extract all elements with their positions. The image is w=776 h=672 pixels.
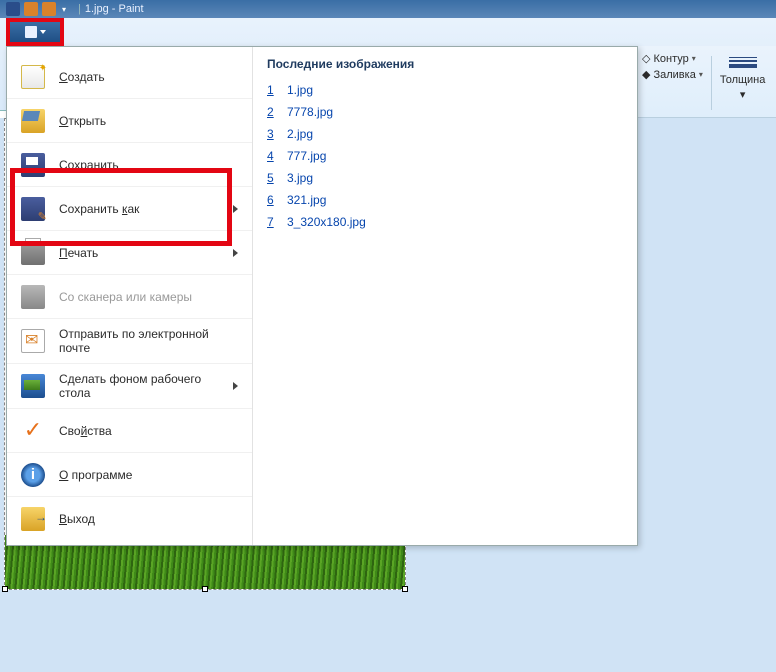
- properties-icon: ✓: [21, 419, 45, 443]
- menu-item-label: Со сканера или камеры: [59, 290, 192, 304]
- recent-file-item[interactable]: 32.jpg: [267, 123, 623, 145]
- file-menu-icon: [25, 26, 37, 38]
- menu-item-label: Сохранить: [59, 158, 119, 172]
- print-icon: [21, 241, 45, 265]
- menu-item-label: Свойства: [59, 424, 112, 438]
- menu-item-save[interactable]: Сохранить: [7, 143, 252, 187]
- menu-item-label: Отправить по электронной почте: [59, 327, 238, 355]
- menu-item-label: Выход: [59, 512, 95, 526]
- fill-icon: ◆: [642, 68, 650, 81]
- qat-undo-icon[interactable]: [24, 2, 38, 16]
- menu-item-label: О программе: [59, 468, 132, 482]
- menu-item-save-as[interactable]: Сохранить как: [7, 187, 252, 231]
- resize-handle[interactable]: [2, 586, 8, 592]
- ribbon-thickness-label: Толщина: [720, 74, 766, 86]
- qat-customize-dropdown[interactable]: ▾: [60, 2, 68, 16]
- resize-handle[interactable]: [402, 586, 408, 592]
- ribbon-outline-label: Контур: [653, 53, 688, 65]
- menu-item-new[interactable]: Создать: [7, 55, 252, 99]
- recent-file-item[interactable]: 27778.jpg: [267, 101, 623, 123]
- menu-item-label: Печать: [59, 246, 98, 260]
- submenu-arrow-icon: [233, 382, 238, 390]
- chevron-down-icon: ▾: [740, 88, 746, 101]
- menu-item-exit[interactable]: Выход: [7, 497, 252, 541]
- qat-save-icon[interactable]: [6, 2, 20, 16]
- submenu-arrow-icon: [233, 249, 238, 257]
- email-icon: [21, 329, 45, 353]
- ribbon-separator: [711, 56, 712, 110]
- window-title-filename: 1.jpg: [85, 3, 109, 15]
- exit-icon: [21, 507, 45, 531]
- chevron-down-icon: ▾: [699, 70, 703, 79]
- ribbon-thickness-button[interactable]: Толщина ▾: [720, 52, 766, 101]
- file-menu-commands: Создать Открыть Сохранить Сохранить как …: [7, 47, 253, 545]
- title-bar: ▾ | 1.jpg - Paint: [0, 0, 776, 18]
- ribbon-right-fragment: ◇ Контур ▾ ◆ Заливка ▾ Толщина ▾: [638, 46, 776, 118]
- chevron-down-icon: [40, 30, 46, 34]
- recent-file-item[interactable]: 4777.jpg: [267, 145, 623, 167]
- outline-icon: ◇: [642, 52, 650, 65]
- ribbon-fill-label: Заливка: [653, 69, 695, 81]
- ribbon-outline-fill-group: ◇ Контур ▾ ◆ Заливка ▾: [642, 52, 703, 81]
- open-icon: [21, 109, 45, 133]
- window-title-dash: -: [109, 3, 119, 15]
- recent-file-item[interactable]: 11.jpg: [267, 79, 623, 101]
- new-icon: [21, 65, 45, 89]
- menu-item-label: Сохранить как: [59, 202, 139, 216]
- recent-files-list: 11.jpg 27778.jpg 32.jpg 4777.jpg 53.jpg …: [267, 79, 623, 233]
- title-separator: |: [78, 3, 81, 15]
- thickness-icon: [729, 52, 757, 72]
- file-menu-dropdown: Создать Открыть Сохранить Сохранить как …: [6, 46, 638, 546]
- menu-item-scanner: Со сканера или камеры: [7, 275, 252, 319]
- menu-item-email[interactable]: Отправить по электронной почте: [7, 319, 252, 364]
- menu-item-label: Сделать фоном рабочего стола: [59, 372, 219, 400]
- recent-file-item[interactable]: 6321.jpg: [267, 189, 623, 211]
- qat-redo-icon[interactable]: [42, 2, 56, 16]
- save-icon: [21, 153, 45, 177]
- highlight-file-button: [6, 18, 64, 46]
- ribbon-fill-button[interactable]: ◆ Заливка ▾: [642, 68, 703, 81]
- about-icon: i: [21, 463, 45, 487]
- recent-file-item[interactable]: 53.jpg: [267, 167, 623, 189]
- quick-access-toolbar: ▾: [6, 2, 68, 16]
- chevron-down-icon: ▾: [692, 54, 696, 63]
- menu-item-properties[interactable]: ✓ Свойства: [7, 409, 252, 453]
- menu-item-label: Создать: [59, 70, 105, 84]
- window-title-app: Paint: [119, 3, 144, 15]
- wallpaper-icon: [21, 374, 45, 398]
- submenu-arrow-icon: [233, 205, 238, 213]
- resize-handle[interactable]: [202, 586, 208, 592]
- recent-files-title: Последние изображения: [267, 57, 623, 71]
- menu-item-wallpaper[interactable]: Сделать фоном рабочего стола: [7, 364, 252, 409]
- menu-item-label: Открыть: [59, 114, 106, 128]
- ribbon-outline-button[interactable]: ◇ Контур ▾: [642, 52, 703, 65]
- recent-file-item[interactable]: 73_320x180.jpg: [267, 211, 623, 233]
- scanner-icon: [21, 285, 45, 309]
- file-menu-button[interactable]: [10, 22, 60, 42]
- menu-item-open[interactable]: Открыть: [7, 99, 252, 143]
- menu-item-about[interactable]: i О программе: [7, 453, 252, 497]
- recent-files-panel: Последние изображения 11.jpg 27778.jpg 3…: [253, 47, 637, 545]
- menu-item-print[interactable]: Печать: [7, 231, 252, 275]
- save-as-icon: [21, 197, 45, 221]
